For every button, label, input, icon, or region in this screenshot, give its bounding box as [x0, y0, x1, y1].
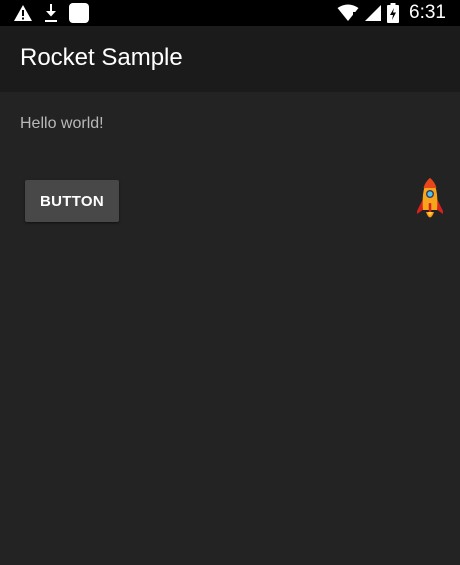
app-title: Rocket Sample: [20, 44, 183, 71]
rocket-icon: [416, 177, 444, 223]
main-content: Hello world! BUTTON: [0, 92, 460, 565]
main-button[interactable]: BUTTON: [25, 180, 119, 222]
status-clock: 6:31: [409, 2, 446, 23]
download-icon: [43, 3, 59, 23]
battery-charging-icon: [387, 3, 400, 23]
wifi-icon: [337, 4, 359, 22]
status-bar-notifications: [13, 2, 89, 24]
greeting-text: Hello world!: [20, 115, 104, 132]
cell-signal-icon: [365, 4, 382, 22]
warning-icon: [13, 4, 33, 22]
app-screen: 6:31 Rocket Sample Hello world! BUTTON: [0, 0, 460, 565]
notification-square-icon: [69, 3, 89, 23]
status-bar-system: 6:31: [337, 0, 446, 26]
status-bar: 6:31: [0, 0, 460, 26]
app-toolbar: Rocket Sample: [0, 26, 460, 92]
